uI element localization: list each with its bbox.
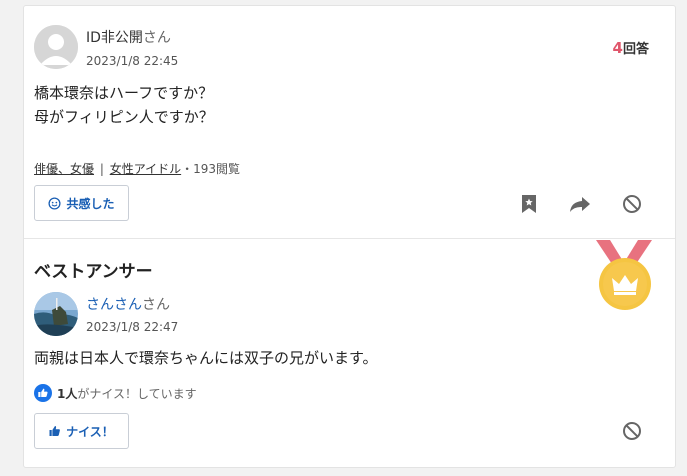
question-avatar[interactable]: [34, 25, 78, 69]
tag-female-idol[interactable]: 女性アイドル: [110, 162, 181, 176]
answer-user[interactable]: さんさんさん: [86, 294, 170, 314]
question-text-line1: 橋本環奈はハーフですか？: [34, 84, 214, 102]
answer-avatar-image: [34, 292, 78, 336]
answer-avatar[interactable]: [34, 292, 78, 336]
question-text: 橋本環奈はハーフですか？ 母がフィリピン人ですか？: [34, 81, 214, 129]
smile-icon: [48, 196, 62, 210]
answer-user-honorific: さん: [142, 297, 170, 313]
report-question-button[interactable]: [619, 191, 645, 217]
view-count: ・193閲覧: [181, 162, 241, 176]
question-date: 2023/1/8 22:45: [86, 54, 179, 68]
empathy-button[interactable]: 共感した: [34, 185, 129, 221]
tag-actor[interactable]: 俳優、女優: [34, 162, 94, 176]
user-avatar-icon: [34, 25, 78, 69]
ban-icon: [623, 195, 641, 213]
qa-card: ID非公開さん 2023/1/8 22:45 4回答 橋本環奈はハーフですか？ …: [23, 5, 676, 468]
question-user-name: ID非公開: [86, 30, 143, 46]
answer-count-label: 回答: [622, 42, 649, 57]
ban-icon: [623, 422, 641, 440]
answer-user-name: さんさん: [86, 297, 142, 313]
thumbs-up-icon: [49, 426, 61, 436]
question-text-line2: 母がフィリピン人ですか？: [34, 108, 214, 126]
bookmark-icon: [522, 195, 536, 213]
tag-separator: |: [99, 162, 104, 176]
answer-date: 2023/1/8 22:47: [86, 320, 179, 334]
bookmark-button[interactable]: [516, 191, 542, 217]
thumbs-up-icon: [34, 384, 52, 402]
share-arrow-icon: [570, 197, 590, 212]
question-tags: 俳優、女優 | 女性アイドル・193閲覧: [34, 160, 240, 177]
question-user-honorific: さん: [142, 30, 171, 46]
section-divider: [24, 238, 675, 239]
report-answer-button[interactable]: [619, 418, 645, 444]
nice-button[interactable]: ナイス！: [34, 413, 129, 449]
best-answer-title: ベストアンサー: [34, 262, 153, 282]
answer-count[interactable]: 4回答: [613, 38, 649, 57]
answer-text: 両親は日本人で環奈ちゃんには双子の兄がいます。: [34, 349, 378, 367]
share-button[interactable]: [567, 191, 593, 217]
nice-status: 1人がナイス！しています: [34, 384, 197, 402]
question-user[interactable]: ID非公開さん: [86, 27, 171, 47]
medal-icon: [596, 240, 652, 310]
best-answer-medal: [592, 240, 656, 312]
answer-count-number: 4: [612, 39, 623, 57]
empathy-label: 共感した: [66, 196, 115, 211]
nice-label: ナイス！: [66, 424, 114, 439]
nice-suffix: がナイス！しています: [77, 386, 197, 401]
nice-count: 1人: [57, 386, 78, 401]
